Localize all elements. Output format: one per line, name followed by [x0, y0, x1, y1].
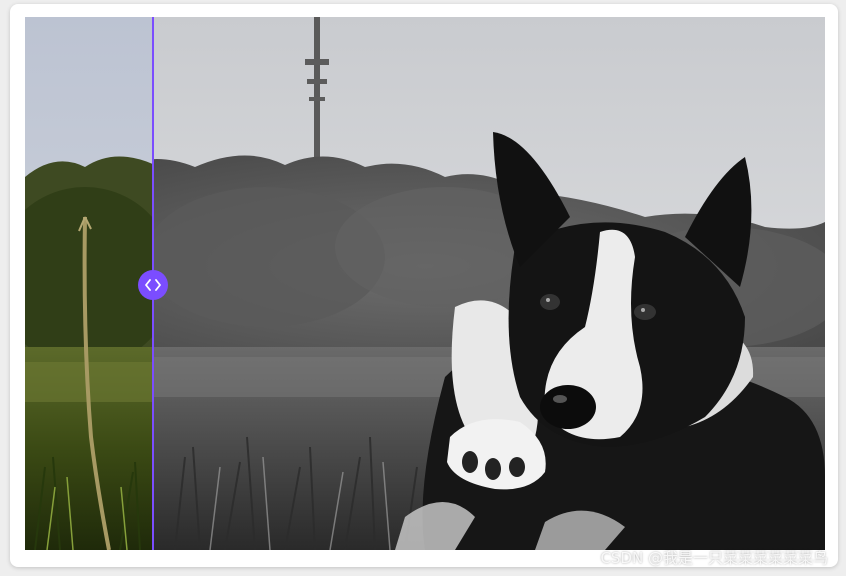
chevrons-left-right-icon	[145, 279, 161, 291]
color-photo	[25, 17, 153, 550]
watermark-text: CSDN @我是一只菜菜菜菜菜菜鸟	[600, 549, 828, 567]
image-compare-viewer[interactable]	[25, 17, 825, 550]
color-photo-reveal	[25, 17, 153, 550]
compare-slider-handle[interactable]	[138, 270, 168, 300]
